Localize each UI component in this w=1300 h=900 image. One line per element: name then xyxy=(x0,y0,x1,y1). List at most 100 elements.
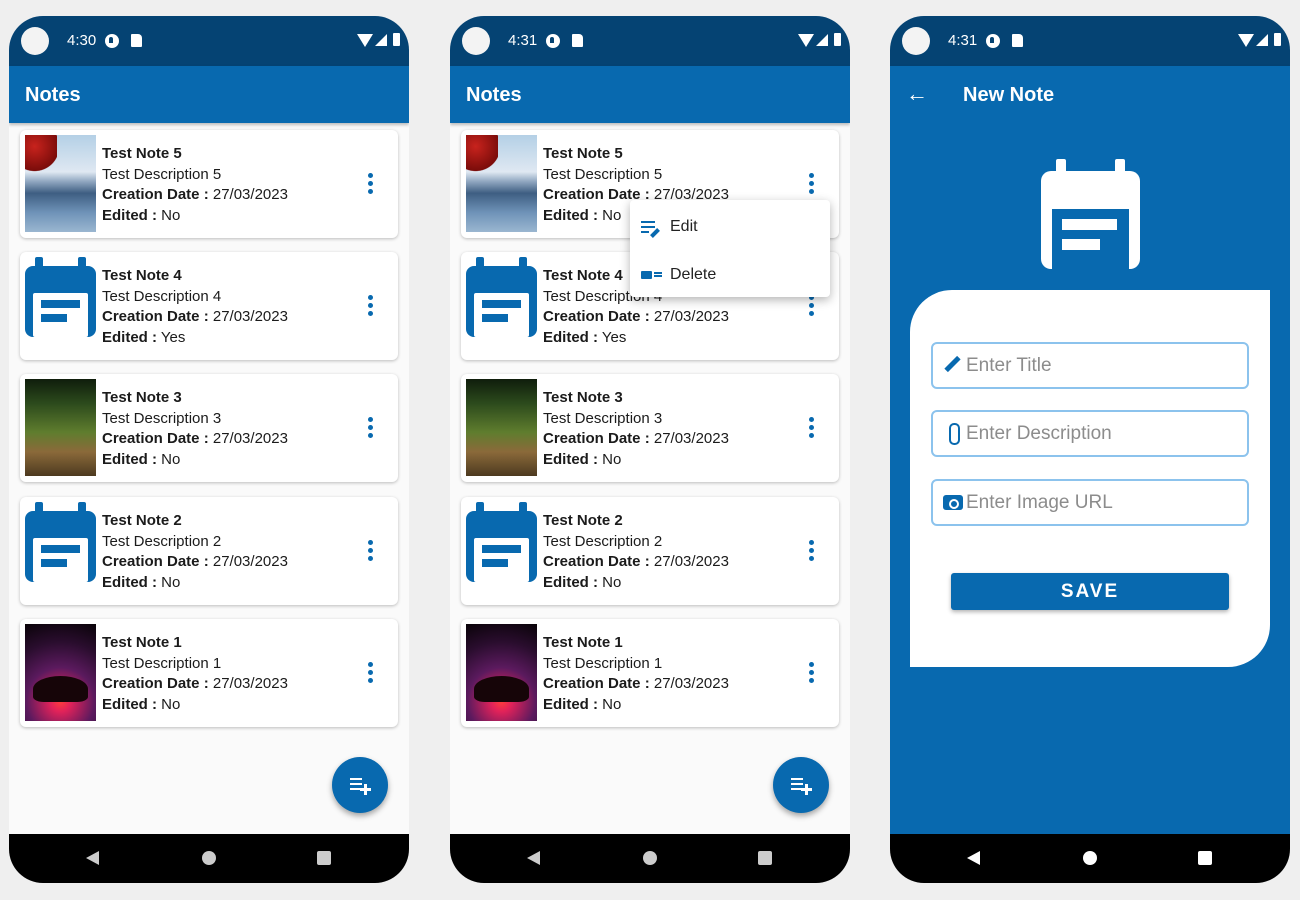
paperclip-icon xyxy=(943,423,963,445)
note-image xyxy=(466,624,537,721)
phone-notes-list: 4:30 Notes Test Note 5 Test Description … xyxy=(9,16,409,883)
menu-item-label: Edit xyxy=(670,218,698,235)
image-url-field[interactable] xyxy=(931,479,1249,526)
note-description: Test Description 5 xyxy=(102,165,222,183)
note-description: Test Description 2 xyxy=(543,532,663,550)
status-time: 4:30 xyxy=(67,32,97,49)
note-description: Test Description 4 xyxy=(102,287,222,305)
note-image xyxy=(25,135,96,232)
more-options-icon[interactable] xyxy=(368,540,374,562)
edited-value: No xyxy=(602,574,622,592)
save-button[interactable]: SAVE xyxy=(951,573,1229,610)
note-description: Test Description 2 xyxy=(102,532,222,550)
app-bar-title: Notes xyxy=(25,84,81,106)
phone-notes-menu: 4:31 Notes Test Note 5 Test Description … xyxy=(450,16,850,883)
note-card[interactable]: Test Note 4 Test Description 4 Creation … xyxy=(20,252,398,360)
notification-icon xyxy=(105,34,119,48)
note-title: Test Note 4 xyxy=(102,267,182,284)
notification-icon xyxy=(986,34,1000,48)
note-info: Test Note 4 Test Description 4 Creation … xyxy=(102,266,288,349)
note-description: Test Description 3 xyxy=(102,409,222,427)
calendar-icon xyxy=(1041,159,1140,269)
more-options-icon[interactable] xyxy=(368,173,374,195)
note-title: Test Note 2 xyxy=(102,512,182,529)
nav-back-icon[interactable] xyxy=(86,851,99,865)
phone-new-note: 4:31 ← New Note SAVE xyxy=(890,16,1290,883)
note-description: Test Description 3 xyxy=(543,409,663,427)
sd-card-icon xyxy=(1012,34,1023,47)
note-card[interactable]: Test Note 2 Test Description 2 Creation … xyxy=(461,497,839,605)
calendar-icon xyxy=(25,502,96,586)
status-bar: 4:30 xyxy=(9,16,409,66)
creation-date-label: Creation Date : xyxy=(102,675,209,693)
creation-date-value: 27/03/2023 xyxy=(212,553,288,571)
app-bar: Notes xyxy=(9,66,409,123)
edited-label: Edited : xyxy=(543,451,598,469)
more-options-icon[interactable] xyxy=(809,295,815,317)
app-bar: ← New Note xyxy=(890,66,1290,123)
status-time: 4:31 xyxy=(948,32,978,49)
more-options-icon[interactable] xyxy=(368,662,374,684)
description-input[interactable] xyxy=(966,421,1236,447)
sd-card-icon xyxy=(572,34,583,47)
creation-date-label: Creation Date : xyxy=(543,675,650,693)
title-input[interactable] xyxy=(966,353,1236,379)
creation-date-label: Creation Date : xyxy=(102,430,209,448)
creation-date-label: Creation Date : xyxy=(102,186,209,204)
nav-recents-icon[interactable] xyxy=(758,851,772,865)
more-options-icon[interactable] xyxy=(368,417,374,439)
more-options-icon[interactable] xyxy=(368,295,374,317)
note-info: Test Note 5 Test Description 5 Creation … xyxy=(102,144,288,227)
image-url-input[interactable] xyxy=(966,490,1236,516)
note-title: Test Note 2 xyxy=(543,512,623,529)
nav-home-icon[interactable] xyxy=(643,851,657,865)
camera-cutout xyxy=(21,27,49,55)
add-note-button[interactable] xyxy=(773,757,829,813)
nav-back-icon[interactable] xyxy=(527,851,540,865)
sd-card-icon xyxy=(131,34,142,47)
note-card[interactable]: Test Note 1 Test Description 1 Creation … xyxy=(461,619,839,727)
note-description: Test Description 1 xyxy=(543,654,663,672)
more-options-icon[interactable] xyxy=(809,417,815,439)
creation-date-label: Creation Date : xyxy=(543,308,650,326)
creation-date-value: 27/03/2023 xyxy=(212,308,288,326)
more-options-icon[interactable] xyxy=(809,173,815,195)
creation-date-label: Creation Date : xyxy=(102,553,209,571)
description-field[interactable] xyxy=(931,410,1249,457)
nav-home-icon[interactable] xyxy=(1083,851,1097,865)
note-card[interactable]: Test Note 2 Test Description 2 Creation … xyxy=(20,497,398,605)
note-card[interactable]: Test Note 3 Test Description 3 Creation … xyxy=(461,374,839,482)
note-title: Test Note 3 xyxy=(102,389,182,406)
add-note-button[interactable] xyxy=(332,757,388,813)
note-info: Test Note 2 Test Description 2 Creation … xyxy=(102,511,288,594)
nav-recents-icon[interactable] xyxy=(1198,851,1212,865)
edited-value: No xyxy=(161,451,181,469)
nav-home-icon[interactable] xyxy=(202,851,216,865)
battery-icon xyxy=(393,33,400,46)
camera-cutout xyxy=(902,27,930,55)
note-image xyxy=(466,379,537,476)
creation-date-value: 27/03/2023 xyxy=(653,430,729,448)
back-arrow-icon[interactable]: ← xyxy=(906,83,928,105)
menu-item-edit[interactable]: Edit xyxy=(630,203,830,247)
edited-value: No xyxy=(161,574,181,592)
pencil-icon xyxy=(943,356,963,376)
menu-item-delete[interactable]: Delete xyxy=(630,251,830,295)
creation-date-value: 27/03/2023 xyxy=(212,186,288,204)
edited-label: Edited : xyxy=(543,574,598,592)
nav-recents-icon[interactable] xyxy=(317,851,331,865)
note-title: Test Note 3 xyxy=(543,389,623,406)
edited-value: No xyxy=(602,696,622,714)
more-options-icon[interactable] xyxy=(809,662,815,684)
note-card[interactable]: Test Note 5 Test Description 5 Creation … xyxy=(20,130,398,238)
nav-back-icon[interactable] xyxy=(967,851,980,865)
more-options-icon[interactable] xyxy=(809,540,815,562)
note-card[interactable]: Test Note 3 Test Description 3 Creation … xyxy=(20,374,398,482)
creation-date-value: 27/03/2023 xyxy=(653,308,729,326)
signal-icon xyxy=(1256,34,1268,46)
edited-label: Edited : xyxy=(102,451,157,469)
title-field[interactable] xyxy=(931,342,1249,389)
edit-icon xyxy=(641,221,661,235)
status-bar: 4:31 xyxy=(890,16,1290,66)
note-card[interactable]: Test Note 1 Test Description 1 Creation … xyxy=(20,619,398,727)
